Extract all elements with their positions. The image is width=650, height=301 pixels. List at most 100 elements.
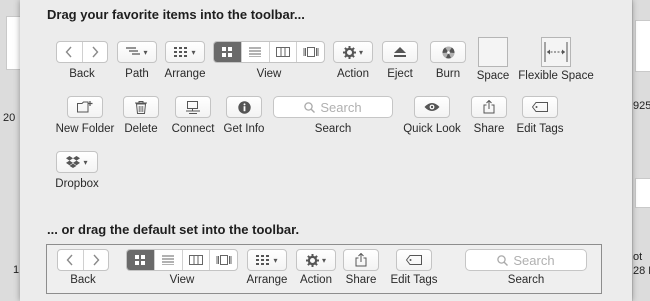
default-action-label: Action [300,274,332,286]
share-button[interactable] [471,96,507,118]
get-info-item[interactable]: Get Info [222,96,266,135]
new-folder-item[interactable]: New Folder [54,96,116,135]
default-view-item: View [126,249,238,286]
chevron-down-icon: ▾ [143,47,148,57]
default-edit-tags-item: Edit Tags [389,249,439,286]
share-icon [355,253,367,267]
space-item[interactable]: Space [473,37,513,82]
search-icon [304,101,316,113]
edit-tags-label: Edit Tags [516,123,564,135]
burn-button[interactable] [430,41,466,63]
background-text: 28 F [633,265,650,277]
quick-look-label: Quick Look [403,123,461,135]
view-segmented-control[interactable] [213,41,325,63]
chevron-down-icon: ▾ [321,255,326,265]
quick-look-item[interactable]: Quick Look [402,96,462,135]
burn-label: Burn [435,68,461,80]
arrange-button[interactable]: ▾ [165,41,205,63]
chevron-right-icon[interactable] [83,42,108,62]
list-view-icon[interactable] [242,42,270,62]
chevron-left-icon[interactable] [57,42,83,62]
icon-view-icon[interactable] [214,42,242,62]
eject-button[interactable] [382,41,418,63]
default-search-field: Search [465,249,587,271]
arrange-label: Arrange [164,68,206,80]
flexible-space-placeholder[interactable] [541,37,571,67]
new-folder-button[interactable] [67,96,103,118]
path-button[interactable]: ▾ [117,41,157,63]
list-view-icon [155,250,183,270]
dropbox-icon [66,156,81,168]
chevron-down-icon: ▾ [358,47,363,57]
edit-tags-button[interactable] [522,96,558,118]
column-view-icon[interactable] [270,42,298,62]
view-item[interactable]: View [213,41,325,80]
flexible-space-item[interactable]: Flexible Space [516,37,596,82]
chevron-down-icon: ▾ [273,255,278,265]
tag-icon [532,102,548,112]
delete-label: Delete [124,123,158,135]
edit-tags-item[interactable]: Edit Tags [515,96,565,135]
background-window-right: 925 ot 28 F [632,0,650,301]
connect-label: Connect [171,123,215,135]
chevron-down-icon: ▾ [83,157,88,167]
back-forward-control[interactable] [56,41,108,63]
get-info-button[interactable] [226,96,262,118]
delete-button[interactable] [123,96,159,118]
default-share-button [343,249,379,271]
default-back-forward-control [57,249,109,271]
connect-item[interactable]: Connect [168,96,218,135]
default-search-placeholder: Search [513,252,555,268]
default-arrange-label: Arrange [246,274,288,286]
chevron-right-icon [84,250,109,270]
arrange-item[interactable]: ▾ Arrange [165,41,205,80]
share-item[interactable]: Share [471,96,507,135]
background-window-left: 20 1 [0,0,22,301]
new-folder-icon [77,101,93,113]
arrange-icon [256,255,270,265]
search-icon [497,254,509,266]
connect-button[interactable] [175,96,211,118]
dropbox-button[interactable]: ▾ [56,151,98,173]
path-icon [126,47,141,55]
tag-icon [406,255,422,265]
gear-icon [305,253,319,267]
background-text: 1 [13,264,20,276]
action-item[interactable]: ▾ Action [333,41,373,80]
cover-flow-view-icon[interactable] [297,42,324,62]
path-item[interactable]: ▾ Path [117,41,157,80]
action-button[interactable]: ▾ [333,41,373,63]
space-placeholder[interactable] [478,37,508,67]
trash-icon [135,100,147,114]
default-toolbar-set[interactable]: Back View ▾ Arrange ▾ Action Share Edit … [46,244,602,294]
background-text: 20 [3,112,16,124]
path-label: Path [125,68,149,80]
eject-icon [394,46,406,57]
icon-view-icon [127,250,155,270]
view-label: View [256,68,282,80]
gear-icon [342,45,356,59]
default-set-heading: ... or drag the default set into the too… [47,222,300,237]
background-thumbnail [635,178,650,208]
dropbox-item[interactable]: ▾ Dropbox [54,151,100,190]
background-thumbnail [635,20,650,72]
share-label: Share [473,123,505,135]
flexible-space-icon [544,42,568,62]
new-folder-label: New Folder [55,123,115,135]
search-item[interactable]: Search Search [273,96,393,135]
search-label: Search [314,123,352,135]
burn-icon [442,45,454,58]
sheet-heading: Drag your favorite items into the toolba… [47,7,305,22]
delete-item[interactable]: Delete [123,96,159,135]
column-view-icon [183,250,211,270]
action-label: Action [337,68,369,80]
burn-item[interactable]: Burn [430,41,466,80]
flexible-space-label: Flexible Space [518,70,594,82]
eject-item[interactable]: Eject [382,41,418,80]
arrange-icon [174,47,188,57]
back-forward-item[interactable]: Back [56,41,108,80]
quick-look-button[interactable] [414,96,450,118]
eye-icon [424,103,440,111]
default-share-item: Share [343,249,379,286]
search-field[interactable]: Search [273,96,393,118]
